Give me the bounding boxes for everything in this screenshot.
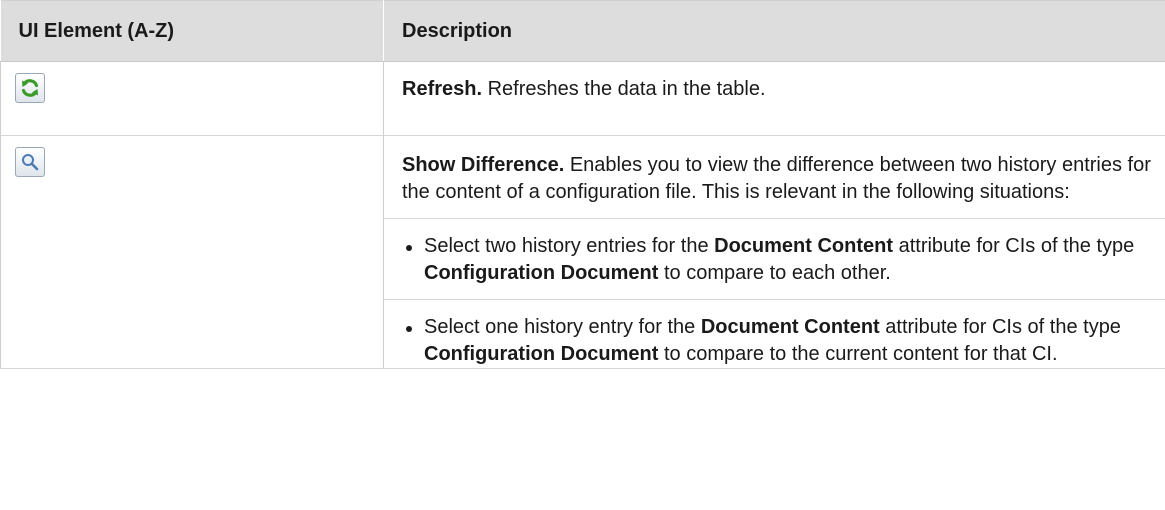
header-ui-element: UI Element (A-Z) [0,0,384,62]
refresh-title: Refresh. [402,78,483,100]
bullet-text: attribute for CIs of the type [893,235,1135,257]
list-item: Select two history entries for the Docum… [384,218,1165,287]
refresh-description: Refresh. Refreshes the data in the table… [402,76,1165,103]
bullet-text: to compare to the current content for th… [658,343,1058,365]
header-description: Description [383,0,1165,62]
magnifier-icon [22,154,39,171]
show-difference-title: Show Difference. [402,154,565,176]
refresh-button[interactable] [15,73,45,103]
description-cell: Refresh. Refreshes the data in the table… [383,61,1165,136]
element-cell [0,61,384,136]
bullet-text: Select two history entries for the [424,235,715,257]
bullet-icon [406,245,412,251]
table-row: Refresh. Refreshes the data in the table… [0,61,1165,136]
bullet-text: Select one history entry for the [424,316,701,338]
show-difference-description: Show Difference. Enables you to view the… [402,152,1165,206]
table-header-row: UI Element (A-Z) Description [0,0,1165,62]
element-cell [0,135,384,369]
ui-elements-table: UI Element (A-Z) Description Refresh. Re… [0,0,1165,369]
bullet-bold: Document Content [700,316,880,338]
bullet-text: attribute for CIs of the type [879,316,1121,338]
bullet-bold: Document Content [714,235,894,257]
show-difference-button[interactable] [15,147,45,177]
description-cell: Show Difference. Enables you to view the… [383,135,1165,369]
situations-list: Select two history entries for the Docum… [384,218,1165,368]
table-row: Show Difference. Enables you to view the… [0,135,1165,369]
list-item: Select one history entry for the Documen… [384,299,1165,368]
bullet-bold: Configuration Document [424,262,659,284]
refresh-text: Refreshes the data in the table. [482,78,766,100]
bullet-icon [406,326,412,332]
bullet-bold: Configuration Document [424,343,659,365]
bullet-text: to compare to each other. [658,262,891,284]
refresh-icon [21,79,39,97]
